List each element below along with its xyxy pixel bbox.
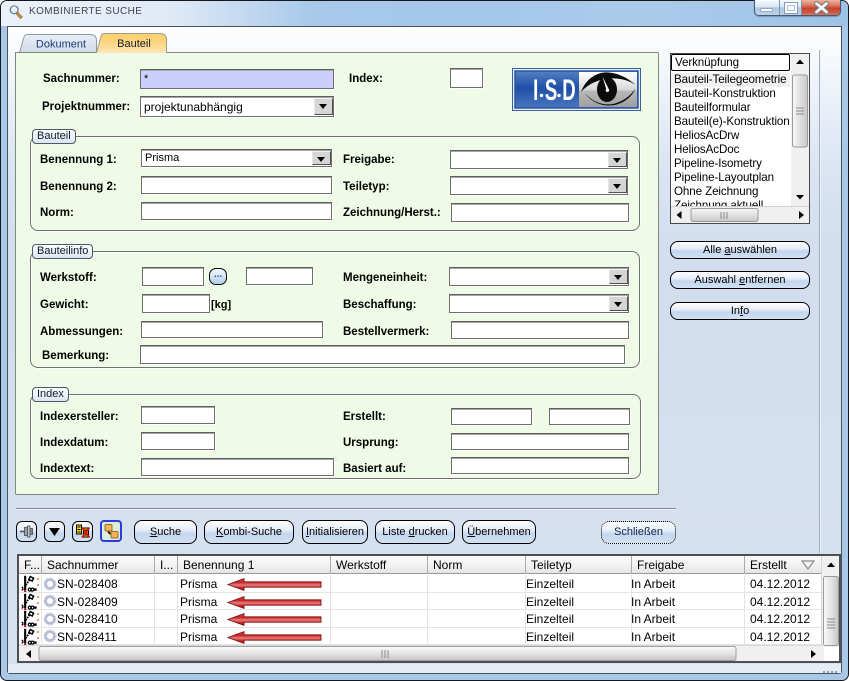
svg-text:I: I (533, 74, 538, 108)
svg-text:D: D (562, 74, 575, 108)
svg-text:S: S (545, 74, 557, 108)
svg-text:Dokument: Dokument (36, 39, 86, 51)
svg-text:Bauteil: Bauteil (117, 38, 151, 50)
